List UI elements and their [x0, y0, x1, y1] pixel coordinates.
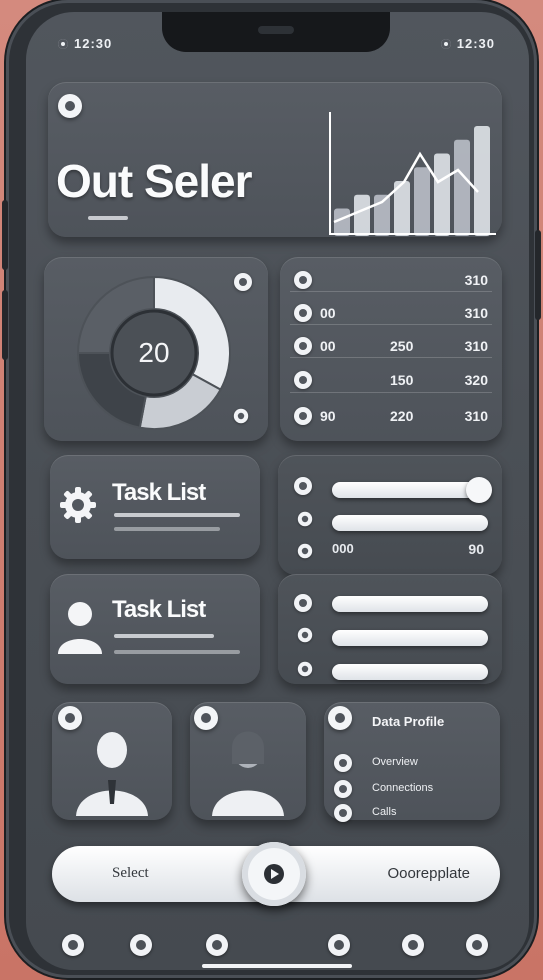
female-avatar-icon	[212, 731, 284, 816]
title-caption	[88, 216, 128, 220]
stats-row-v2: 310	[464, 408, 488, 424]
task-list-line	[114, 634, 214, 638]
phone-screen: 12:30 12:30 Out Seler 20 310 00 310 00 250 31…	[26, 12, 529, 970]
avatar-card-2[interactable]	[190, 702, 306, 820]
stats-row-v2: 310	[464, 272, 488, 288]
stats-row-v2: 310	[464, 305, 488, 321]
stats-row-label: 00	[320, 338, 336, 354]
status-right: 12:30	[440, 36, 495, 51]
slider-track-5[interactable]	[332, 664, 488, 680]
task-list-line	[114, 513, 240, 517]
avatar-card-1[interactable]	[52, 702, 172, 820]
toggle-panel-2	[278, 574, 502, 684]
volume-button	[2, 200, 8, 270]
template-button[interactable]: Ooorepplate	[387, 865, 470, 882]
stats-row-icon	[294, 304, 312, 322]
slider-track-4[interactable]	[332, 630, 488, 646]
center-action-button[interactable]	[242, 842, 306, 906]
status-dot-icon	[58, 38, 68, 49]
stats-row-v1: 150	[390, 372, 414, 388]
slider-track-2[interactable]	[332, 515, 488, 531]
task-list-line	[114, 650, 240, 654]
stats-row-v2: 310	[464, 338, 488, 354]
nav-stats-icon[interactable]	[130, 934, 152, 956]
toggle-icon	[297, 661, 313, 677]
donut-value: 20	[138, 337, 170, 368]
profile-item-icon	[334, 804, 352, 822]
slider-track-1[interactable]	[332, 482, 488, 498]
nav-search-icon[interactable]	[206, 934, 228, 956]
nav-profile-icon[interactable]	[466, 934, 488, 956]
task-list-title-2: Task List	[112, 596, 206, 623]
panel-footer-left: 000	[332, 541, 354, 556]
profile-item-icon	[334, 780, 352, 798]
task-list-line	[114, 527, 220, 531]
task-list-card-1[interactable]: Task List	[50, 455, 260, 559]
toggle-icon	[294, 594, 312, 612]
header-card: Out Seler	[48, 82, 502, 237]
app-title: Out Seler	[56, 155, 253, 207]
profile-item-icon	[334, 754, 352, 772]
play-icon	[264, 864, 284, 884]
stats-row-icon	[294, 337, 312, 355]
profile-item[interactable]: Calls	[372, 806, 396, 818]
task-list-title-1: Task List	[112, 479, 206, 506]
stats-row-icon	[294, 271, 312, 289]
stats-row-v1: 220	[390, 408, 414, 424]
toggle-icon	[297, 511, 313, 527]
bottom-nav	[26, 922, 529, 970]
status-left: 12:30	[58, 36, 112, 51]
status-time: 12:30	[74, 36, 113, 51]
stats-row-icon	[294, 371, 312, 389]
donut-card: 20	[44, 257, 268, 441]
phone-frame: 12:30 12:30 Out Seler 20 310 00 310 00 250 31…	[2, 0, 541, 978]
stats-card: 310 00 310 00 250 310 150 320 90 220 310	[280, 257, 502, 441]
task-list-card-2[interactable]: Task List	[50, 574, 260, 684]
nav-alerts-icon[interactable]	[402, 934, 424, 956]
stats-row-label: 00	[320, 305, 336, 321]
stats-row-label: 90	[320, 408, 336, 424]
home-indicator	[202, 964, 352, 968]
info-icon[interactable]	[234, 273, 252, 291]
menu-icon[interactable]	[58, 94, 82, 118]
slider-track-3[interactable]	[332, 596, 488, 612]
gear-icon	[60, 487, 96, 523]
nav-tasks-icon[interactable]	[328, 934, 350, 956]
nav-home-icon[interactable]	[62, 934, 84, 956]
profile-item[interactable]: Connections	[372, 782, 433, 794]
notch	[162, 12, 390, 52]
toggle-icon	[297, 627, 313, 643]
user-icon	[58, 602, 102, 654]
profile-badge-icon	[328, 706, 352, 730]
stats-row-v1: 250	[390, 338, 414, 354]
more-icon[interactable]	[233, 408, 249, 424]
signal-icon	[440, 38, 451, 49]
mini-chart	[329, 112, 496, 236]
mini-chart-bar	[454, 139, 470, 236]
profile-title: Data Profile	[372, 714, 445, 729]
stats-row-v2: 320	[464, 372, 488, 388]
panel-footer-right: 90	[468, 541, 484, 557]
mini-chart-bar	[354, 194, 370, 236]
mini-chart-bar	[434, 153, 450, 236]
toggle-icon	[297, 543, 313, 559]
mini-chart-bar	[474, 126, 490, 236]
select-button[interactable]: Select	[112, 865, 149, 882]
status-indicators: 12:30	[456, 36, 495, 51]
male-avatar-icon	[76, 732, 148, 816]
mini-chart-bar	[414, 167, 430, 236]
profile-item[interactable]: Overview	[372, 756, 418, 768]
toggle-icon	[294, 477, 312, 495]
profile-card: Data Profile Overview Connections Calls	[324, 702, 500, 822]
volume-button-2	[2, 290, 8, 360]
toggle-panel-1: 000 90	[278, 455, 502, 575]
power-button	[535, 230, 541, 320]
slider-knob-1[interactable]	[466, 477, 492, 503]
stats-row-icon	[294, 407, 312, 425]
